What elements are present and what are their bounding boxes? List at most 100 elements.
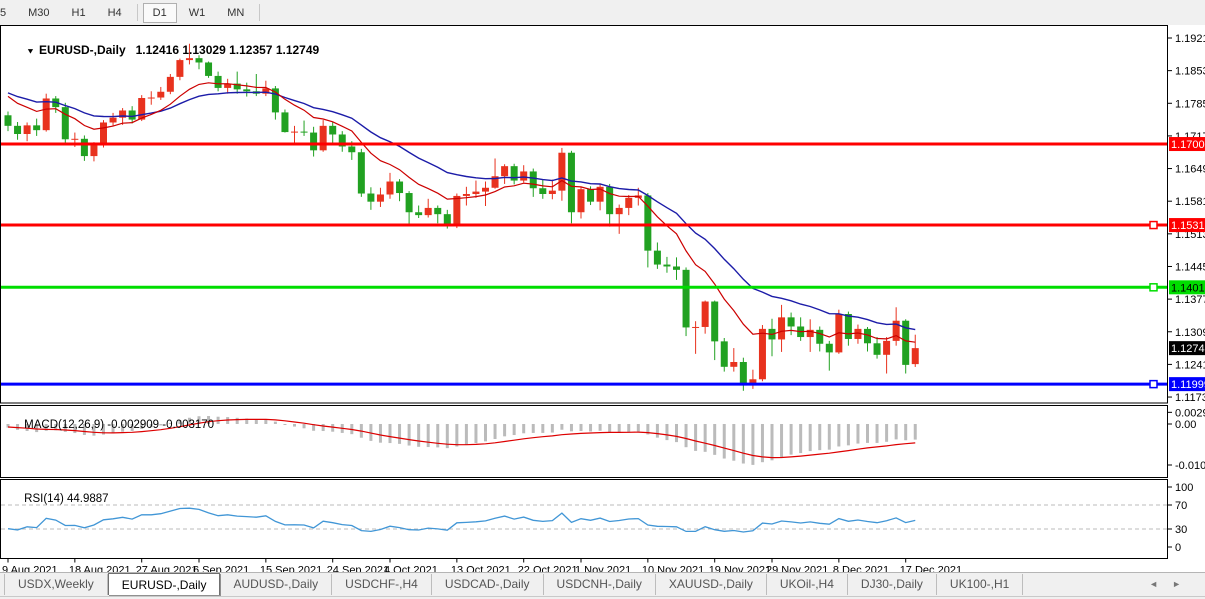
timeframe-button-d1[interactable]: D1 (143, 3, 177, 23)
candle (730, 362, 737, 367)
chart-tab-dj30-daily[interactable]: DJ30-,Daily (848, 574, 937, 595)
line-marker[interactable] (1150, 222, 1157, 229)
macd-histogram-bar (522, 424, 525, 433)
macd-histogram-bar (675, 424, 678, 442)
macd-histogram-bar (474, 424, 477, 443)
candle (520, 171, 527, 180)
candle (472, 192, 479, 194)
price-line-tag-label: 1.15313 (1171, 220, 1205, 232)
line-marker[interactable] (1150, 284, 1157, 291)
timeframe-button-m30[interactable]: M30 (18, 3, 59, 23)
macd-histogram-bar (274, 422, 277, 424)
macd-histogram-bar (618, 424, 621, 432)
candle (367, 194, 374, 202)
chart-tab-usdcnh-daily[interactable]: USDCNH-,Daily (544, 574, 656, 595)
macd-histogram-bar (398, 424, 401, 444)
macd-histogram-bar (264, 420, 267, 424)
chart-tab-usdcad-daily[interactable]: USDCAD-,Daily (432, 574, 544, 595)
rsi-axis-label: 100 (1175, 482, 1193, 494)
line-marker[interactable] (1150, 381, 1157, 388)
macd-histogram-bar (532, 424, 535, 433)
chart-symbol-period: EURUSD-,Daily (39, 43, 126, 57)
candle (301, 132, 308, 133)
macd-histogram-bar (876, 424, 879, 443)
candle (549, 191, 556, 194)
candle (43, 98, 50, 130)
candle (568, 153, 575, 213)
macd-histogram-bar (322, 424, 325, 431)
macd-histogram-bar (551, 424, 554, 433)
macd-histogram-bar (713, 424, 716, 455)
rsi-axis-label: 70 (1175, 500, 1187, 512)
chart-tab-uk100-h1[interactable]: UK100-,H1 (937, 574, 1023, 595)
timeframe-button-h4[interactable]: H4 (98, 3, 132, 23)
macd-histogram-bar (408, 424, 411, 446)
candle (740, 362, 747, 386)
date-axis-label: 15 Sep 2021 (260, 565, 322, 573)
chart-tab-eurusd-daily[interactable]: EURUSD-,Daily (108, 573, 221, 595)
macd-histogram-bar (513, 424, 516, 435)
macd-histogram-bar (885, 424, 888, 442)
chart-canvas[interactable]: 1.192101.185301.178501.171701.164901.158… (0, 25, 1205, 572)
macd-histogram-bar (255, 419, 258, 424)
date-axis-label: 13 Oct 2021 (451, 565, 511, 573)
chart-tab-ukoil-h4[interactable]: UKOil-,H4 (767, 574, 848, 595)
macd-histogram-bar (732, 424, 735, 461)
candle (24, 125, 31, 134)
macd-histogram-bar (837, 424, 840, 446)
rsi-axis-label: 0 (1175, 542, 1181, 554)
candle (578, 189, 585, 212)
macd-histogram-bar (704, 424, 707, 452)
candle (702, 302, 709, 327)
timeframe-button-mn[interactable]: MN (217, 3, 254, 23)
macd-histogram-bar (627, 424, 630, 432)
price-axis-label: 1.17850 (1175, 98, 1205, 110)
chart-dropdown-icon[interactable]: ▼ (26, 47, 35, 56)
timeframe-button-5[interactable]: 5 (0, 3, 16, 23)
macd-histogram-bar (303, 424, 306, 428)
candle (81, 139, 88, 156)
macd-histogram-bar (809, 424, 812, 451)
candle (711, 302, 718, 342)
ohlc-open: 1.12416 (136, 43, 179, 57)
candle (377, 194, 384, 201)
timeframe-button-w1[interactable]: W1 (179, 3, 216, 23)
current-price-label: 1.12749 (1171, 343, 1205, 355)
chart-tab-audusd-daily[interactable]: AUDUSD-,Daily (220, 574, 332, 595)
ohlc-high: 1.13029 (182, 43, 225, 57)
toolbar-separator (137, 4, 138, 21)
macd-histogram-bar (494, 424, 497, 439)
macd-histogram-bar (656, 424, 659, 438)
candle (874, 343, 881, 355)
candle (71, 139, 78, 140)
date-axis-label: 29 Nov 2021 (766, 565, 828, 573)
timeframe-button-h1[interactable]: H1 (62, 3, 96, 23)
candle (683, 270, 690, 328)
chart-window: 1.192101.185301.178501.171701.164901.158… (0, 25, 1205, 572)
date-axis-label: 10 Nov 2021 (642, 565, 704, 573)
candle (215, 76, 222, 88)
macd-histogram-bar (828, 424, 831, 450)
tabbar-divider (0, 596, 1205, 597)
scroll-left-icon[interactable]: ◄ (1149, 579, 1172, 589)
candle (396, 182, 403, 194)
candle (587, 189, 594, 201)
price-line-tag-label: 1.11999 (1171, 379, 1205, 391)
macd-histogram-bar (484, 424, 487, 441)
macd-histogram-bar (465, 424, 468, 445)
macd-histogram-bar (694, 424, 697, 451)
candle (281, 112, 288, 132)
chart-tab-xauusd-daily[interactable]: XAUUSD-,Daily (656, 574, 767, 595)
date-axis-label: 19 Nov 2021 (709, 565, 771, 573)
macd-histogram-bar (455, 424, 458, 447)
macd-histogram-bar (665, 424, 668, 440)
tab-scroll-arrows: ◄► (1149, 579, 1195, 589)
macd-histogram-bar (685, 424, 688, 447)
chart-tab-usdchf-h4[interactable]: USDCHF-,H4 (332, 574, 432, 595)
macd-histogram-bar (771, 424, 774, 460)
candle (616, 208, 623, 214)
candle (129, 110, 136, 119)
scroll-right-icon[interactable]: ► (1172, 579, 1195, 589)
macd-axis-label: 0.002966 (1175, 408, 1205, 420)
chart-tab-usdx-weekly[interactable]: USDX,Weekly (4, 574, 108, 595)
